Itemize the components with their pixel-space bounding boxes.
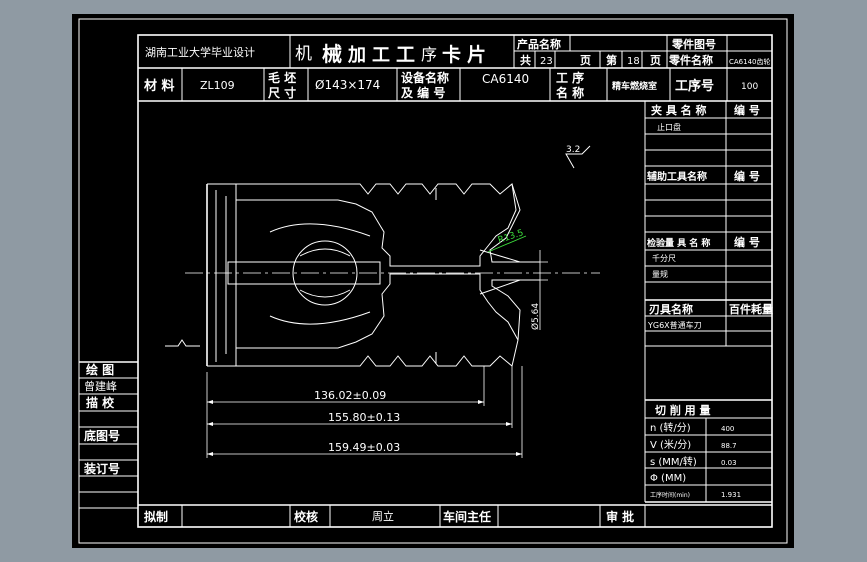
equipment-value: CA6140 [482, 72, 529, 86]
checker-name: 周立 [372, 509, 394, 523]
gauge-label: 检验量 具 名 称 [647, 237, 710, 249]
process-no-label: 工序号 [675, 78, 714, 94]
trace-label: 描 校 [86, 395, 115, 410]
dim-159: 159.49±0.03 [328, 441, 400, 454]
equipment-label-1: 设备名称 [401, 70, 449, 85]
svg-text:片: 片 [467, 43, 486, 66]
approve-label: 审 批 [606, 509, 634, 524]
param-label-s: s (MM/转) [650, 455, 697, 468]
param-value-time: 1.931 [721, 491, 741, 499]
cad-viewport: 湖南工业大学毕业设计 机 械 加 工 工 序 卡 片 产品名称 零件图号 共 2… [0, 0, 867, 562]
cutter-label: 刃具名称 [649, 302, 693, 316]
blank-size-value: Ø143×174 [315, 78, 380, 92]
blank-size-label-2: 尺 寸 [268, 85, 296, 100]
total-label: 共 [520, 53, 531, 67]
check-label: 校核 [294, 509, 318, 524]
page-unit-2: 页 [650, 54, 661, 67]
nth-label: 第 [606, 53, 617, 67]
dim-155: 155.80±0.13 [328, 411, 400, 424]
svg-text:工: 工 [372, 45, 390, 66]
roughness-value: 3.2 [566, 145, 580, 155]
process-card-drawing: 湖南工业大学毕业设计 机 械 加 工 工 序 卡 片 产品名称 零件图号 共 2… [72, 14, 794, 548]
param-value-n: 400 [721, 425, 734, 433]
cutting-label: 切 削 用 量 [655, 403, 711, 417]
aux-tool-no-label: 编 号 [734, 169, 760, 183]
material-value: ZL109 [200, 79, 235, 92]
dim-136: 136.02±0.09 [314, 389, 386, 402]
blank-size-label-1: 毛 坯 [268, 70, 296, 85]
param-label-n: n (转/分) [650, 421, 691, 434]
base-no-label: 底图号 [84, 428, 120, 443]
fixture-no-label: 编 号 [734, 103, 760, 117]
workshop-label: 车间主任 [443, 509, 491, 524]
part-no-label: 零件图号 [671, 37, 716, 51]
gauge-value-1: 千分尺 [652, 253, 676, 263]
material-label: 材 料 [144, 78, 175, 94]
page-unit: 页 [580, 54, 591, 67]
svg-text:卡: 卡 [442, 43, 461, 66]
total-pages: 23 [540, 56, 553, 67]
param-value-v: 88.7 [721, 442, 737, 450]
param-label-time: 工序时间(min) [650, 491, 690, 499]
equipment-label-2: 及 编 号 [401, 85, 445, 100]
binding-no-label: 装订号 [83, 461, 120, 476]
param-label-v: V (米/分) [650, 438, 691, 451]
product-name-label: 产品名称 [517, 37, 561, 51]
svg-text:加: 加 [347, 45, 366, 66]
page-no: 18 [627, 56, 640, 67]
process-name-label-1: 工 序 [556, 70, 584, 85]
gauge-no-label: 编 号 [734, 235, 760, 249]
part-name-value: CA6140齿轮 [729, 57, 771, 66]
process-no-value: 100 [741, 82, 758, 92]
process-name-label-2: 名 称 [556, 85, 584, 100]
param-label-phi: Φ (MM) [650, 473, 686, 484]
param-value-s: 0.03 [721, 459, 737, 467]
part-name-label: 零件名称 [668, 53, 713, 67]
school-name: 湖南工业大学毕业设计 [145, 45, 255, 59]
fixture-value: 止口盘 [657, 122, 681, 132]
fixture-label: 夹 具 名 称 [651, 103, 707, 117]
aux-tool-label: 辅助工具名称 [647, 170, 707, 183]
svg-text:工: 工 [396, 44, 415, 66]
drawer-name: 曾建峰 [84, 379, 117, 393]
dia-label: Ø5.64 [530, 303, 541, 330]
svg-text:机: 机 [295, 44, 312, 64]
cutter-consumption-label: 百件耗量 [729, 302, 773, 316]
cutter-value: YG6X普通车刀 [647, 320, 702, 330]
draft-label: 拟制 [144, 509, 168, 524]
svg-text:械: 械 [322, 42, 342, 66]
svg-text:序: 序 [421, 45, 437, 64]
process-name-value: 精车燃烧室 [612, 80, 657, 92]
gauge-value-2: 量规 [652, 269, 668, 279]
draw-label: 绘 图 [86, 362, 114, 377]
